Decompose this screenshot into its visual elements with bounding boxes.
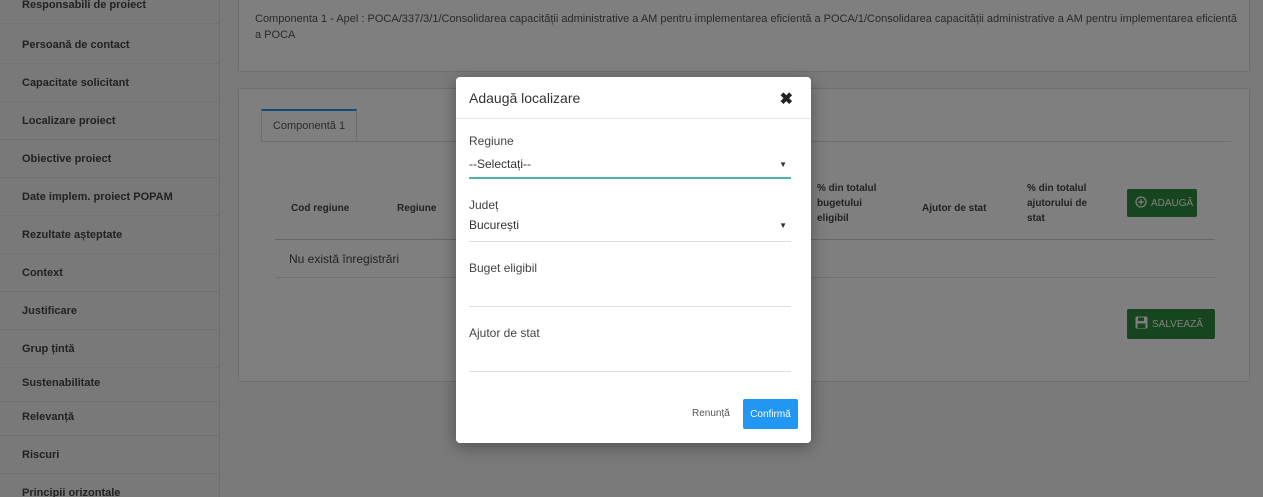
cancel-button[interactable]: Renunță bbox=[692, 408, 730, 419]
region-label: Regiune bbox=[469, 134, 514, 148]
county-select[interactable]: București ▼ bbox=[469, 213, 791, 237]
county-label: Județ bbox=[469, 198, 499, 212]
region-select-value: --Selectați-- bbox=[469, 157, 532, 171]
budget-input-underline bbox=[469, 306, 791, 307]
county-select-underline bbox=[469, 241, 791, 242]
confirm-button-label: Confirmă bbox=[750, 408, 791, 420]
close-icon[interactable]: ✖ bbox=[780, 89, 793, 109]
budget-label: Buget eligibil bbox=[469, 261, 538, 275]
modal-header: Adaugă localizare ✖ bbox=[456, 77, 811, 119]
budget-input[interactable] bbox=[469, 282, 791, 304]
county-select-value: București bbox=[469, 218, 520, 232]
add-location-modal: Adaugă localizare ✖ Regiune --Selectați-… bbox=[456, 77, 811, 443]
modal-title: Adaugă localizare bbox=[469, 90, 581, 106]
caret-down-icon: ▼ bbox=[779, 159, 787, 169]
confirm-button[interactable]: Confirmă bbox=[743, 399, 798, 429]
state-aid-input[interactable] bbox=[469, 347, 791, 369]
region-select[interactable]: --Selectați-- ▼ bbox=[469, 152, 791, 176]
region-select-underline bbox=[469, 177, 791, 179]
caret-down-icon: ▼ bbox=[779, 220, 787, 230]
state-aid-label: Ajutor de stat bbox=[469, 326, 540, 340]
state-aid-input-underline bbox=[469, 371, 791, 372]
